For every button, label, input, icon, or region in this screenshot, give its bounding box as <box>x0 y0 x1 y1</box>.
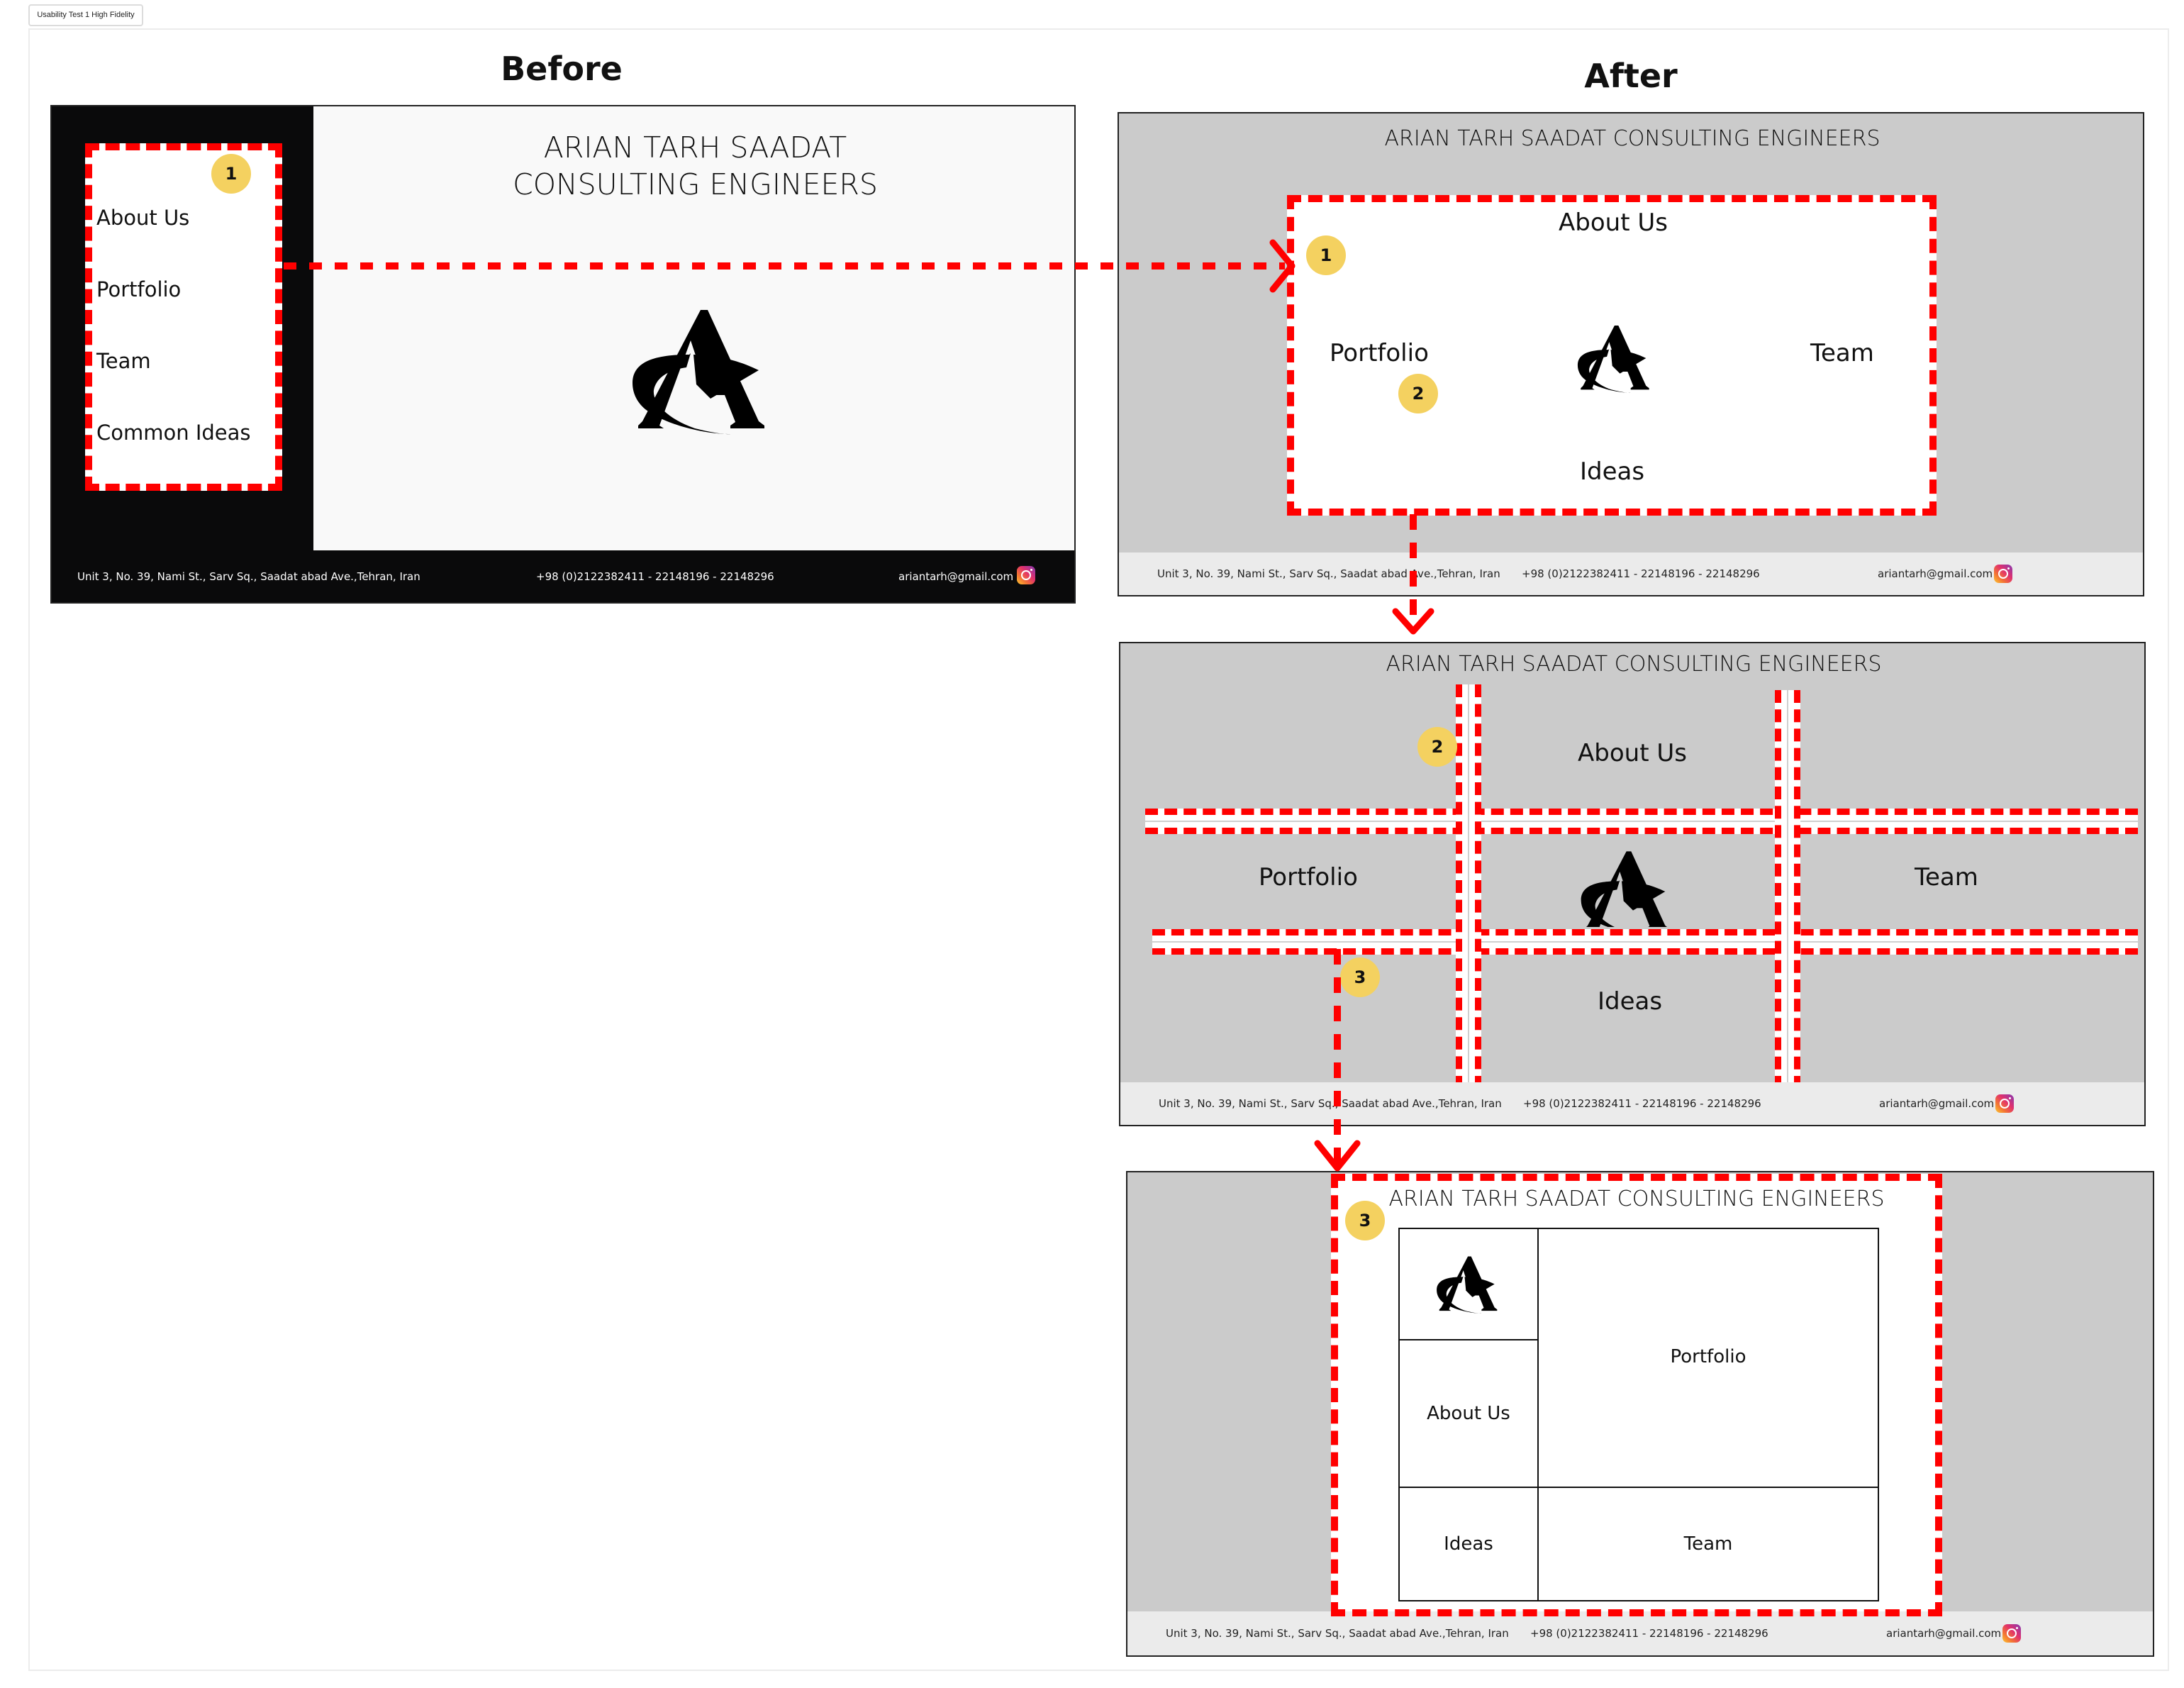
grid-divider-vertical-2 <box>1775 690 1800 1089</box>
annotation-badge-2: 2 <box>1398 374 1438 413</box>
instagram-icon[interactable] <box>2002 1624 2021 1643</box>
site-title-line1: ARIAN TARH SAADAT <box>543 131 847 165</box>
footer-address: Unit 3, No. 39, Nami St., Sarv Sq., Saad… <box>1166 1627 1509 1640</box>
annotation-badge-1: 1 <box>1306 235 1346 275</box>
nav-team[interactable]: Team <box>1915 863 1978 892</box>
annotation-box-1 <box>1287 195 1937 516</box>
annotation-badge-2: 2 <box>1417 727 1457 767</box>
annotation-badge-3: 3 <box>1340 957 1380 997</box>
annotation-badge-1: 1 <box>211 154 251 194</box>
nav-portfolio[interactable]: Portfolio <box>1259 863 1358 892</box>
after-screen-1: ARIAN TARH SAADAT CONSULTING ENGINEERS A… <box>1118 112 2144 596</box>
instagram-icon[interactable] <box>1017 566 1035 584</box>
footer-phone: +98 (0)2122382411 - 22148196 - 22148296 <box>1530 1627 1768 1640</box>
after-footer: Unit 3, No. 39, Nami St., Sarv Sq., Saad… <box>1119 553 2143 595</box>
after-footer: Unit 3, No. 39, Nami St., Sarv Sq., Saad… <box>1120 1082 2144 1125</box>
grid-divider-vertical-1 <box>1456 684 1481 1089</box>
logo-icon <box>617 299 787 441</box>
before-footer: Unit 3, No. 39, Nami St., Sarv Sq., Saad… <box>52 550 1074 602</box>
footer-email[interactable]: ariantarh@gmail.com <box>898 570 1013 583</box>
annotation-badge-3: 3 <box>1345 1201 1385 1240</box>
grid-divider-horizontal-2 <box>1152 929 2138 955</box>
company-logo[interactable] <box>1571 835 1684 927</box>
instagram-icon[interactable] <box>1994 565 2012 583</box>
grid-divider-horizontal-1 <box>1145 809 2138 834</box>
footer-email[interactable]: ariantarh@gmail.com <box>1879 1097 1994 1110</box>
after-heading: After <box>1584 57 1678 95</box>
before-heading: Before <box>501 50 623 88</box>
footer-address: Unit 3, No. 39, Nami St., Sarv Sq., Saad… <box>1157 567 1500 580</box>
company-logo[interactable] <box>617 299 787 441</box>
after-footer: Unit 3, No. 39, Nami St., Sarv Sq., Saad… <box>1127 1611 2153 1655</box>
footer-phone: +98 (0)2122382411 - 22148196 - 22148296 <box>536 570 774 583</box>
annotation-box-3 <box>1331 1174 1942 1616</box>
footer-phone: +98 (0)2122382411 - 22148196 - 22148296 <box>1523 1097 1761 1110</box>
nav-ideas[interactable]: Ideas <box>1598 987 1662 1016</box>
instagram-icon[interactable] <box>1995 1094 2014 1113</box>
site-title: ARIAN TARH SAADAT CONSULTING ENGINEERS <box>313 129 1074 203</box>
after-screen-3: ARIAN TARH SAADAT CONSULTING ENGINEERS A… <box>1126 1171 2154 1657</box>
site-title-line2: CONSULTING ENGINEERS <box>513 167 878 201</box>
footer-address: Unit 3, No. 39, Nami St., Sarv Sq., Saad… <box>1159 1097 1502 1110</box>
site-title: ARIAN TARH SAADAT CONSULTING ENGINEERS <box>1384 126 1881 151</box>
nav-about-us[interactable]: About Us <box>1578 739 1687 767</box>
footer-email[interactable]: ariantarh@gmail.com <box>1878 567 1993 580</box>
logo-icon <box>1571 835 1684 927</box>
footer-address: Unit 3, No. 39, Nami St., Sarv Sq., Saad… <box>77 570 420 583</box>
footer-phone: +98 (0)2122382411 - 22148196 - 22148296 <box>1522 567 1760 580</box>
canvas-label[interactable]: Usability Test 1 High Fidelity <box>28 4 143 26</box>
site-title: ARIAN TARH SAADAT CONSULTING ENGINEERS <box>1386 652 1882 677</box>
annotation-box-1 <box>85 143 282 491</box>
before-screen: About Us Portfolio Team Common Ideas ARI… <box>50 105 1076 604</box>
footer-email[interactable]: ariantarh@gmail.com <box>1886 1627 2001 1640</box>
after-screen-2: ARIAN TARH SAADAT CONSULTING ENGINEERS A… <box>1119 642 2146 1126</box>
